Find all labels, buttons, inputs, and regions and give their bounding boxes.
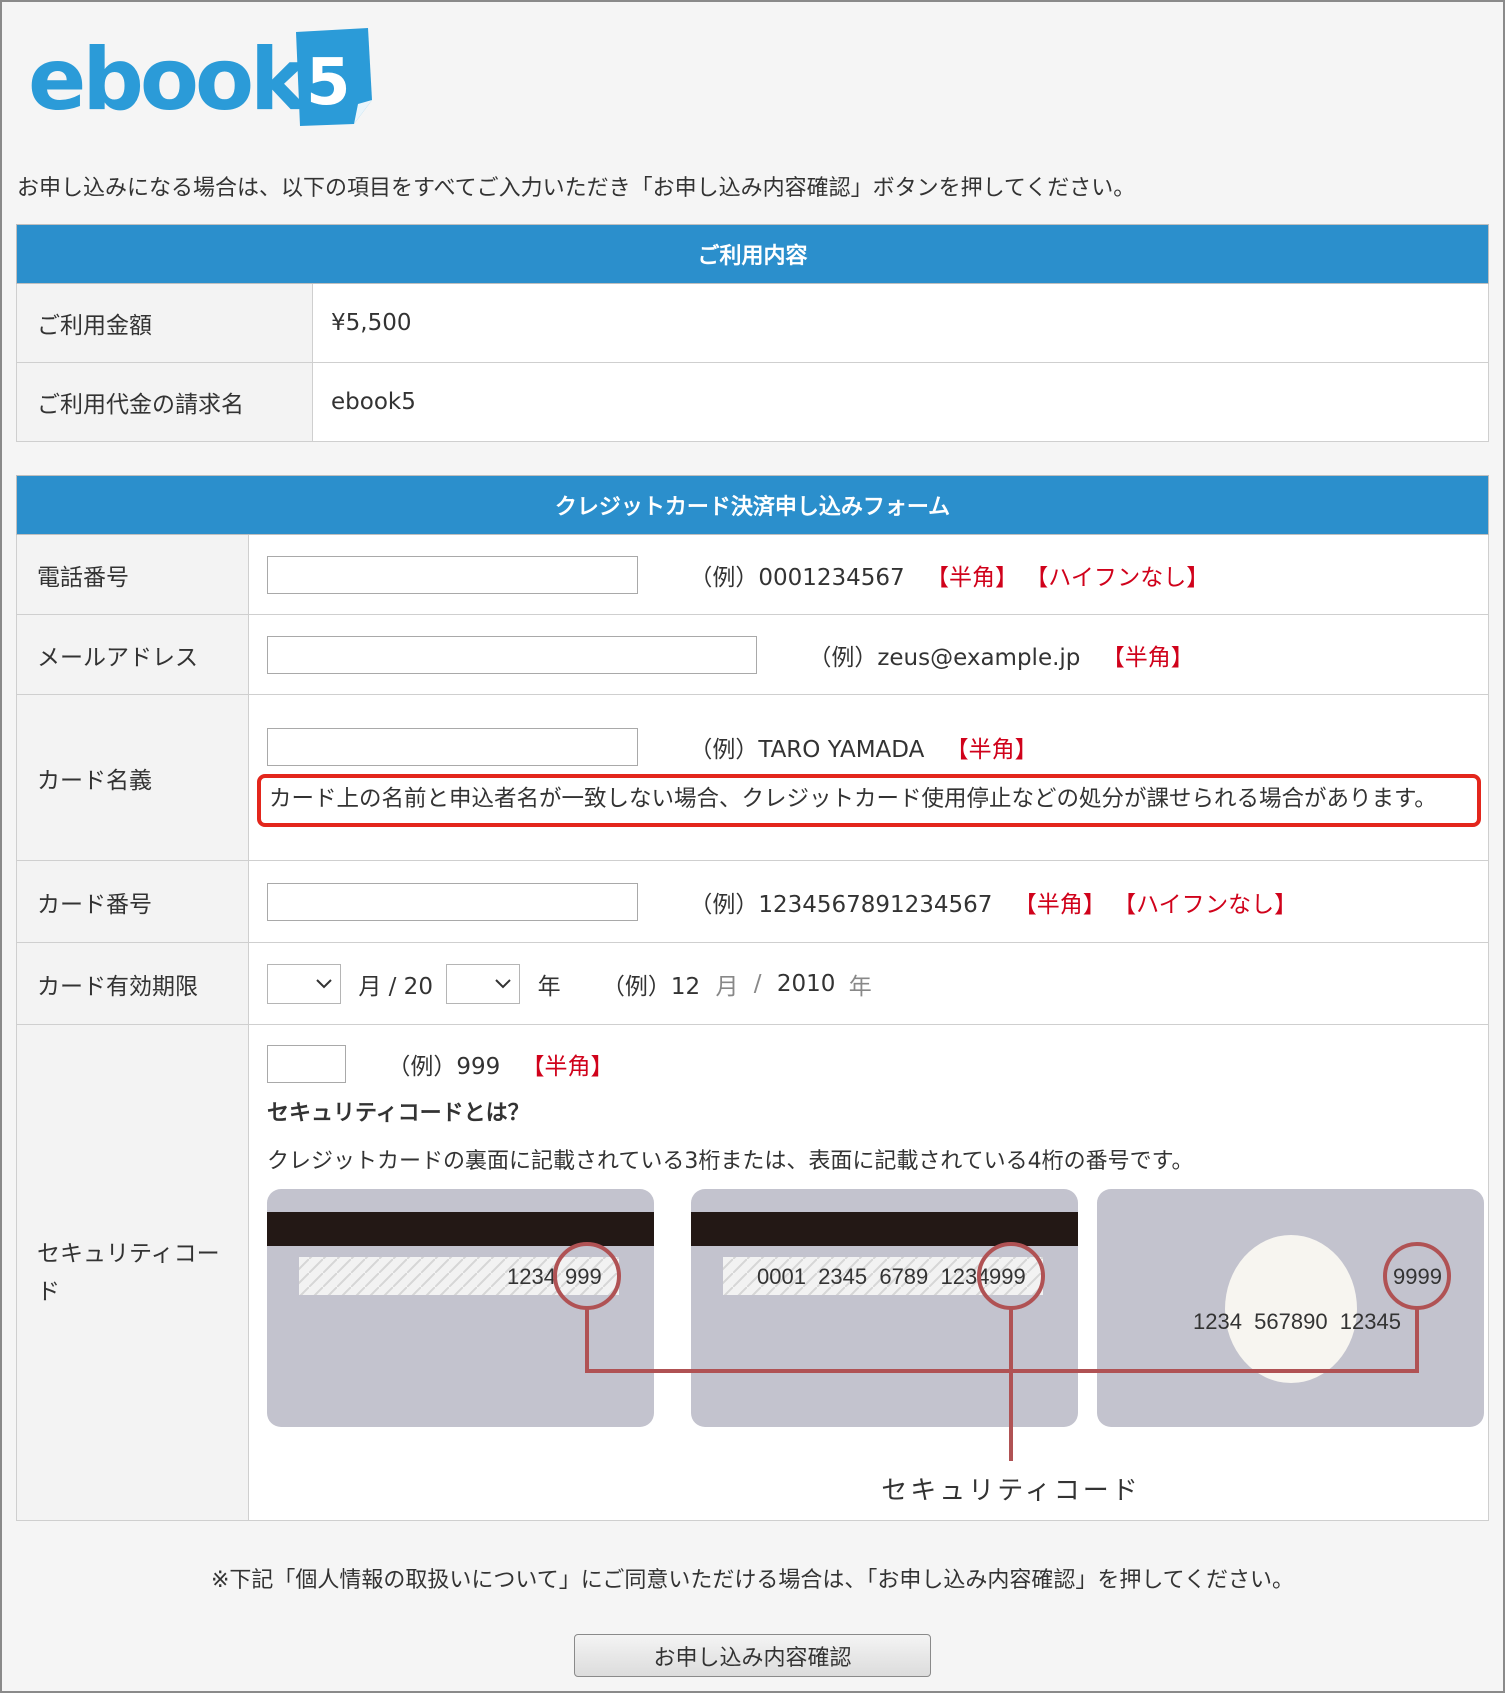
form-header: クレジットカード決済申し込みフォーム — [16, 475, 1489, 535]
expiry-month-select[interactable] — [267, 963, 341, 1004]
card-back-3digit: 1234 999 — [267, 1189, 654, 1427]
logo-text: ebook — [28, 30, 309, 126]
security-code-example: （例）999 — [387, 1054, 501, 1080]
phone-input[interactable] — [267, 555, 638, 594]
usage-table: ご利用内容 ご利用金額 ¥5,500 ご利用代金の請求名 ebook5 — [16, 224, 1489, 442]
card-number-label: カード番号 — [16, 860, 249, 943]
billing-name-value: ebook5 — [312, 362, 1489, 442]
usage-header: ご利用内容 — [16, 224, 1489, 284]
card-number-example: （例）1234567891234567 — [689, 891, 993, 918]
email-halfwidth-tag: 【半角】 — [1101, 644, 1194, 671]
chevron-down-icon — [316, 978, 332, 988]
security-code-label: セキュリティコード — [16, 1024, 249, 1521]
confirm-button[interactable]: お申し込み内容確認 — [574, 1634, 931, 1677]
card3-number: 1234 567890 12345 — [1193, 1309, 1401, 1334]
card2-number: 0001 2345 6789 1234 — [757, 1264, 989, 1289]
chevron-down-icon — [495, 978, 511, 988]
security-code-description: クレジットカードの裏面に記載されている3桁または、表面に記載されている4桁の番号… — [267, 1149, 1194, 1174]
security-code-title: セキュリティコードとは？ — [267, 1101, 530, 1126]
security-code-diagram: 1234 999 0001 2345 6789 1234 999 1234 56… — [267, 1189, 1484, 1506]
card-name-halfwidth-tag: 【半角】 — [945, 737, 1038, 763]
expiry-example-month-unit: 月 — [715, 973, 739, 1000]
phone-label: 電話番号 — [16, 534, 249, 615]
card-name-row: カード名義 （例）TARO YAMADA 【半角】 カード上の名前と申込者名が一… — [16, 694, 1489, 861]
expiry-year-select[interactable] — [446, 963, 521, 1004]
expiry-example-year: 2010 — [776, 970, 836, 997]
card2-code: 999 — [989, 1264, 1026, 1289]
amount-value: ¥5,500 — [312, 283, 1489, 363]
card-back-3digit-full: 0001 2345 6789 1234 999 — [691, 1189, 1078, 1427]
card-name-warning: カード上の名前と申込者名が一致しない場合、クレジットカード使用停止などの処分が課… — [257, 774, 1481, 827]
diagram-caption: セキュリティコード — [881, 1476, 1140, 1506]
expiry-month-unit: 月 / 20 — [358, 973, 433, 1000]
ebook5-logo: ebook 5 — [28, 28, 372, 126]
billing-name-label: ご利用代金の請求名 — [16, 362, 313, 442]
email-input[interactable] — [267, 635, 757, 674]
expiry-example-year-unit: 年 — [848, 973, 872, 1000]
expiry-example-separator: / — [753, 970, 762, 997]
table-row: ご利用代金の請求名 ebook5 — [16, 362, 1489, 442]
phone-row: 電話番号 （例）0001234567 【半角】 【ハイフンなし】 — [16, 534, 1489, 615]
security-code-halfwidth-tag: 【半角】 — [521, 1054, 614, 1080]
card-number-input[interactable] — [267, 882, 638, 921]
bottom-note: ※下記「個人情報の取扱いについて」にご同意いただける場合は、「お申し込み内容確認… — [210, 1568, 1295, 1593]
card-number-halfwidth-tag: 【半角】 — [1013, 891, 1106, 918]
expiry-label: カード有効期限 — [16, 942, 249, 1025]
security-code-row: セキュリティコード （例）999 【半角】 セキュリティコードとは？ クレジット… — [16, 1024, 1489, 1521]
card-front-4digit: 1234 567890 12345 9999 — [1097, 1189, 1484, 1427]
logo-number: 5 — [306, 46, 351, 120]
expiry-row: カード有効期限 月 / 20 年 （例）12 月 / 2010 年 — [16, 942, 1489, 1025]
expiry-example: （例）12 — [601, 973, 701, 1000]
table-row: ご利用金額 ¥5,500 — [16, 283, 1489, 363]
card3-code: 9999 — [1393, 1264, 1442, 1289]
email-label: メールアドレス — [16, 614, 249, 695]
amount-label: ご利用金額 — [16, 283, 313, 363]
card1-number: 1234 — [507, 1264, 556, 1289]
email-example: （例）zeus@example.jp — [808, 644, 1081, 671]
card-name-label: カード名義 — [16, 694, 249, 861]
security-code-input[interactable] — [267, 1045, 346, 1083]
expiry-year-unit: 年 — [537, 973, 561, 1000]
card-number-row: カード番号 （例）1234567891234567 【半角】 【ハイフンなし】 — [16, 860, 1489, 943]
card-name-example: （例）TARO YAMADA — [689, 737, 925, 763]
phone-no-hyphen-tag: 【ハイフンなし】 — [1025, 564, 1210, 591]
card1-code: 999 — [565, 1264, 602, 1289]
card-name-input[interactable] — [267, 728, 638, 766]
card-number-no-hyphen-tag: 【ハイフンなし】 — [1113, 891, 1298, 918]
intro-text: お申し込みになる場合は、以下の項目をすべてご入力いただき「お申し込み内容確認」ボ… — [17, 176, 1136, 201]
phone-example: （例）0001234567 — [689, 564, 905, 591]
email-row: メールアドレス （例）zeus@example.jp 【半角】 — [16, 614, 1489, 695]
credit-card-form: クレジットカード決済申し込みフォーム 電話番号 （例）0001234567 【半… — [16, 475, 1489, 1521]
phone-halfwidth-tag: 【半角】 — [925, 564, 1018, 591]
